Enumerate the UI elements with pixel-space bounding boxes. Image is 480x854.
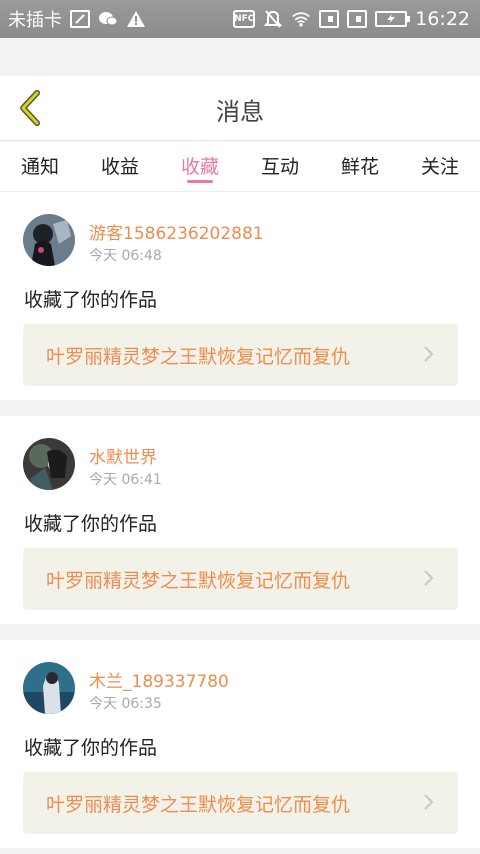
action-text: 收藏了你的作品 (24, 737, 158, 759)
sim-icon (70, 10, 90, 28)
tab-interactions[interactable]: 互动 (240, 142, 320, 191)
work-link[interactable]: 叶罗丽精灵梦之王默恢复记忆而复仇 (23, 772, 458, 834)
message-card: 游客1586236202881 今天 06:48 收藏了你的作品 叶罗丽精灵梦之… (0, 192, 480, 400)
timestamp: 今天 06:41 (89, 472, 162, 488)
message-card: 木兰_189337780 今天 06:35 收藏了你的作品 叶罗丽精灵梦之王默恢… (0, 640, 480, 848)
message-list: 游客1586236202881 今天 06:48 收藏了你的作品 叶罗丽精灵梦之… (0, 192, 480, 854)
username[interactable]: 游客1586236202881 (89, 219, 264, 244)
timestamp: 今天 06:35 (89, 696, 162, 712)
page-header: 消息 (0, 76, 480, 141)
nfc-icon: NFC (233, 10, 256, 28)
action-text: 收藏了你的作品 (24, 289, 158, 311)
username[interactable]: 木兰_189337780 (89, 667, 229, 692)
warning-icon (126, 9, 146, 29)
battery-charging-icon (375, 11, 411, 27)
top-spacer (0, 38, 480, 76)
tab-favorites[interactable]: 收藏 (160, 142, 240, 191)
tab-notifications[interactable]: 通知 (0, 142, 80, 191)
timestamp: 今天 06:48 (89, 248, 162, 264)
status-bar-right: NFC 16:22 (233, 8, 470, 30)
status-bar: 未插卡 NFC 16:22 (0, 0, 480, 38)
status-bar-left: 未插卡 (8, 6, 146, 32)
avatar[interactable] (23, 438, 75, 490)
work-link[interactable]: 叶罗丽精灵梦之王默恢复记忆而复仇 (23, 548, 458, 610)
work-title: 叶罗丽精灵梦之王默恢复记忆而复仇 (46, 793, 351, 816)
mute-icon (263, 9, 283, 29)
page-title: 消息 (216, 98, 264, 126)
wifi-icon (291, 9, 311, 29)
message-card: 水默世界 今天 06:41 收藏了你的作品 叶罗丽精灵梦之王默恢复记忆而复仇 (0, 416, 480, 624)
chevron-right-icon (424, 794, 434, 810)
sim-card-icon (319, 10, 340, 28)
tab-follows[interactable]: 关注 (400, 142, 480, 191)
avatar[interactable] (23, 662, 75, 714)
tab-flowers[interactable]: 鲜花 (320, 142, 400, 191)
avatar[interactable] (23, 214, 75, 266)
work-title: 叶罗丽精灵梦之王默恢复记忆而复仇 (46, 345, 351, 368)
tab-earnings[interactable]: 收益 (80, 142, 160, 191)
clock: 16:22 (415, 8, 470, 30)
sim-card-icon (347, 10, 368, 28)
action-text: 收藏了你的作品 (24, 513, 158, 535)
work-title: 叶罗丽精灵梦之王默恢复记忆而复仇 (46, 569, 351, 592)
wechat-icon (98, 9, 118, 29)
tab-bar: 通知 收益 收藏 互动 鲜花 关注 (0, 142, 480, 192)
work-link[interactable]: 叶罗丽精灵梦之王默恢复记忆而复仇 (23, 324, 458, 386)
chevron-right-icon (424, 570, 434, 586)
chevron-right-icon (424, 346, 434, 362)
username[interactable]: 水默世界 (89, 443, 157, 468)
carrier-label: 未插卡 (8, 10, 62, 31)
